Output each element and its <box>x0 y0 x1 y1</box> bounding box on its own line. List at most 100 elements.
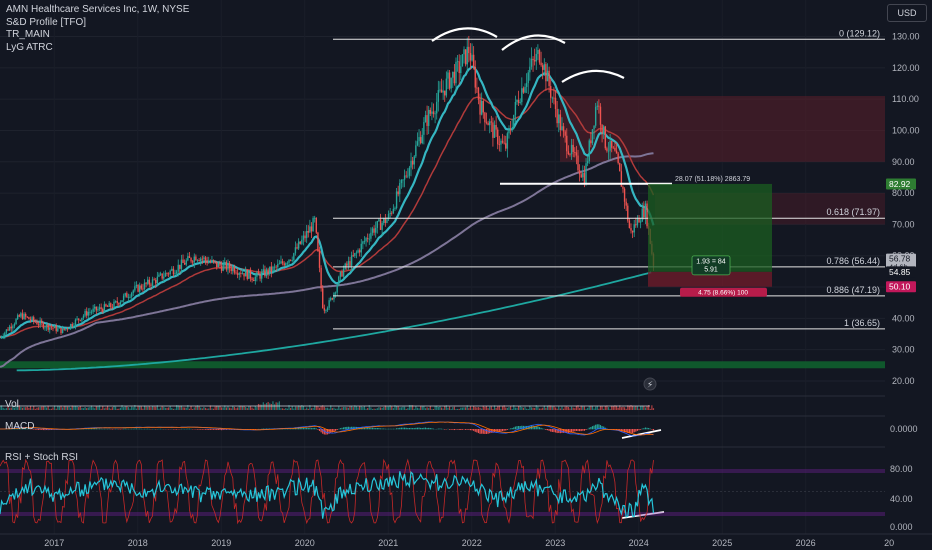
price-axis[interactable]: 20.0030.0040.0050.0060.0070.0080.0090.00… <box>885 0 932 534</box>
candle-body <box>493 124 496 138</box>
candle-body <box>66 328 69 330</box>
volume-pane-label[interactable]: Vol <box>5 399 19 410</box>
candle-body <box>86 311 88 316</box>
price-tick-label: 80.00 <box>892 188 915 198</box>
candle-body <box>466 46 468 65</box>
indicator-tr-main[interactable]: TR_MAIN <box>6 29 189 42</box>
candle-body <box>84 311 86 316</box>
volume-bar <box>331 408 333 410</box>
candlesticks <box>0 35 655 340</box>
candle-body <box>384 218 387 223</box>
volume-bar <box>588 405 590 410</box>
volume-bar <box>33 405 35 410</box>
macd-histogram-bar <box>431 428 433 430</box>
candle-body <box>315 217 318 233</box>
candle-body <box>328 300 330 308</box>
macd-histogram-bar <box>302 427 305 430</box>
candle-body <box>646 203 648 227</box>
candle-body <box>36 322 38 325</box>
candle-body <box>212 259 215 262</box>
candle-body <box>501 140 504 143</box>
volume-bar <box>458 408 460 410</box>
volume-bar <box>434 405 436 410</box>
macd-histogram-bar <box>97 428 99 430</box>
volume-bar <box>23 407 25 410</box>
candle-body <box>147 279 149 284</box>
candle-body <box>556 108 558 124</box>
rsi-pane-label[interactable]: RSI + Stoch RSI <box>5 452 78 463</box>
macd-histogram-bar <box>585 429 587 430</box>
macd-histogram-bar <box>638 429 640 431</box>
macd-histogram-bar <box>453 429 455 431</box>
macd-histogram-bar <box>407 428 409 430</box>
candle-body <box>631 230 634 233</box>
candle-body <box>272 266 274 272</box>
volume-bar <box>110 408 112 410</box>
macd-histogram-bar <box>466 429 468 430</box>
indicator-lyg-atrc[interactable]: LyG ATRC <box>6 42 189 55</box>
candle-body <box>509 129 512 131</box>
macd-histogram-bar <box>439 428 441 430</box>
candle-body <box>106 306 109 307</box>
macd-histogram-bar <box>553 429 555 433</box>
volume-bar <box>349 406 351 410</box>
volume-bar <box>561 406 563 410</box>
macd-histogram-bar <box>201 429 203 430</box>
candle-body <box>330 298 332 301</box>
long-position-tool[interactable]: 28.07 (51.18%) 2863.79 1.93 = 845.91 4.75 … <box>648 176 772 297</box>
volume-bar <box>402 406 404 410</box>
time-tick-label: 2020 <box>295 538 315 548</box>
volume-bar <box>421 406 423 410</box>
candle-body <box>580 174 582 178</box>
volume-bar <box>243 405 245 410</box>
time-axis[interactable]: 2017 2018 2019 2020 2021 2022 2023 2024 2025 2026… <box>0 533 932 550</box>
macd-histogram-bar <box>341 427 343 430</box>
macd-histogram-bar <box>405 427 407 430</box>
volume-bar <box>440 407 443 410</box>
candle-body <box>458 61 460 74</box>
candle-body <box>532 58 534 61</box>
symbol-title[interactable]: AMN Healthcare Services Inc, 1W, NYSE <box>6 4 189 17</box>
volume-bar <box>182 407 184 410</box>
volume-bar <box>336 408 338 410</box>
price-chart[interactable]: 0 (129.12) 0.618 (71.97) 0.786 (56.44) 0.88… <box>0 0 932 550</box>
macd-histogram-bar <box>135 428 138 430</box>
candle-body <box>98 307 101 310</box>
volume-bar <box>21 407 24 410</box>
macd-histogram-bar <box>532 425 534 430</box>
time-tick-label: 2025 <box>712 538 732 548</box>
volume-bar <box>248 406 250 410</box>
candle-body <box>37 324 40 326</box>
volume-bar <box>392 408 394 410</box>
candle-body <box>89 311 91 313</box>
volume-bar <box>283 408 285 410</box>
candle-body <box>95 306 98 311</box>
volume-bar <box>28 407 30 410</box>
macd-histogram-bar <box>595 424 597 430</box>
indicator-sd-profile[interactable]: S&D Profile [TFO] <box>6 17 189 30</box>
volume-bar <box>299 406 301 410</box>
candle-body <box>26 316 28 318</box>
candle-body <box>485 122 488 124</box>
candle-body <box>325 310 327 311</box>
candle-body <box>419 137 422 144</box>
candle-body <box>236 273 239 275</box>
candle-body <box>74 319 77 326</box>
volume-bar <box>241 406 244 410</box>
candle-body <box>492 122 494 138</box>
candle-body <box>495 124 497 130</box>
volume-bar <box>473 406 475 410</box>
macd-histogram-bar <box>375 428 377 430</box>
candle-body <box>633 224 635 233</box>
volume-bar <box>118 408 120 410</box>
currency-button[interactable]: USD <box>887 4 927 22</box>
macd-pane-label[interactable]: MACD <box>5 421 34 432</box>
macd-histogram-bar <box>124 428 126 430</box>
volume-bar <box>545 407 547 410</box>
macd-histogram-bar <box>428 427 430 430</box>
macd-histogram-bar <box>550 429 552 432</box>
volume-bar <box>583 406 586 410</box>
volume-bar <box>447 407 449 410</box>
candle-body <box>590 140 592 144</box>
candle-body <box>362 241 364 244</box>
